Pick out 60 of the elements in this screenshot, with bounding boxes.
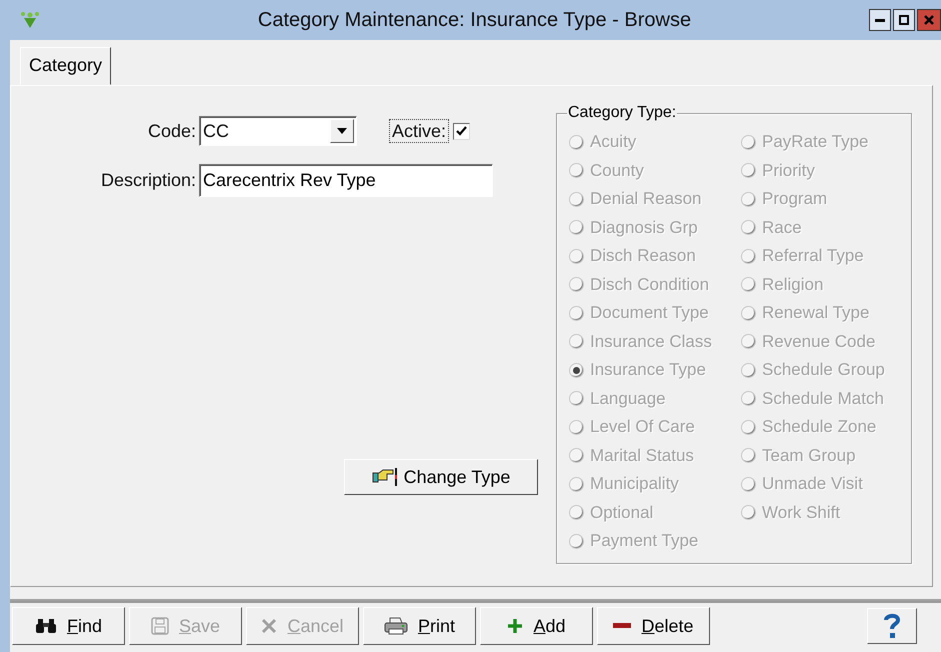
sprout-logo-icon <box>20 11 40 29</box>
option-label: Municipality <box>590 474 679 494</box>
option-label: Referral Type <box>762 246 864 266</box>
help-icon <box>884 613 900 639</box>
maximize-button[interactable] <box>893 9 915 31</box>
close-button[interactable] <box>917 9 941 31</box>
option-label: Program <box>762 189 828 210</box>
option-label: Acuity <box>590 132 636 152</box>
change-type-button[interactable]: Change Type <box>344 459 538 495</box>
option-label: Level Of Care <box>590 417 695 438</box>
print-button[interactable]: Print <box>363 607 476 645</box>
find-button[interactable]: Find <box>12 607 125 645</box>
checkmark-icon <box>456 126 468 136</box>
minimize-icon <box>875 18 885 22</box>
option-label: Language <box>590 388 666 409</box>
option-label: Schedule Zone <box>762 417 876 438</box>
option-label: Work Shift <box>762 502 840 523</box>
option-label: Document Type <box>590 303 709 324</box>
description-label: Description: <box>100 170 197 191</box>
option-label: Race <box>762 218 802 238</box>
option-label: Denial Reason <box>590 189 702 210</box>
active-checkbox[interactable] <box>453 122 470 140</box>
x-icon <box>261 618 278 634</box>
option-label: Schedule Match <box>762 388 884 409</box>
option-label: Disch Condition <box>590 274 710 295</box>
maximize-icon <box>899 15 909 25</box>
option-label: Insurance Class <box>590 332 712 352</box>
code-label: Code: <box>146 120 197 142</box>
option-label: County <box>590 160 644 181</box>
description-field[interactable]: Carecentrix Rev Type <box>199 164 493 197</box>
option-label: Religion <box>762 274 824 295</box>
add-button[interactable]: Add <box>480 607 593 645</box>
minimize-button[interactable] <box>869 9 891 31</box>
dropdown-arrow-icon <box>337 128 347 134</box>
help-button[interactable] <box>867 608 917 644</box>
active-label: Active: <box>389 119 450 143</box>
option-label: Team Group <box>762 446 856 466</box>
binoculars-icon <box>34 618 57 634</box>
pointing-hand-icon <box>372 467 398 487</box>
option-label: Insurance Type <box>590 360 706 380</box>
minus-icon <box>613 623 632 629</box>
option-label: Unmade Visit <box>762 474 863 494</box>
close-icon <box>924 15 934 25</box>
tab[interactable]: Category <box>20 47 112 85</box>
plus-icon <box>507 618 524 634</box>
code-dropdown[interactable]: CC <box>199 116 357 146</box>
option-label: Disch Reason <box>590 246 696 266</box>
group-legend: Category Type: <box>567 104 678 122</box>
option-label: Optional <box>590 502 654 523</box>
option-label: PayRate Type <box>762 132 868 152</box>
option-label: Schedule Group <box>762 360 885 380</box>
option-label: Marital Status <box>590 446 694 466</box>
option-label: Priority <box>762 160 815 181</box>
option-label: Diagnosis Grp <box>590 218 698 238</box>
option-label: Payment Type <box>590 531 698 552</box>
printer-icon <box>384 617 408 635</box>
option-label: Revenue Code <box>762 332 876 352</box>
delete-button[interactable]: Delete <box>597 607 710 645</box>
option-label: Renewal Type <box>762 303 870 324</box>
window-title: Category Maintenance: Insurance Type - Browse <box>256 8 692 32</box>
